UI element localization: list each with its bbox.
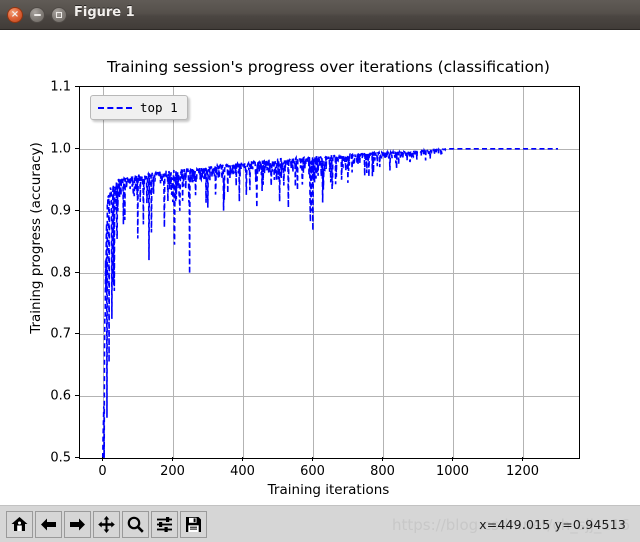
y-tick-label: 1.0 <box>50 141 71 156</box>
configure-sliders-icon <box>157 517 172 532</box>
legend-line-swatch <box>98 106 132 109</box>
x-tick-label: 800 <box>370 464 395 479</box>
y-tick-label: 1.1 <box>50 79 71 94</box>
forward-arrow-icon <box>70 518 85 531</box>
legend[interactable]: top 1 <box>90 95 188 120</box>
y-tick-label: 0.7 <box>50 326 71 341</box>
x-tick-label: 0 <box>98 464 107 479</box>
y-tick-label: 0.6 <box>50 388 71 403</box>
x-tick <box>172 457 173 461</box>
x-tick <box>452 457 453 461</box>
x-tick <box>382 457 383 461</box>
window-maximize-button[interactable] <box>51 7 67 23</box>
back-arrow-icon-button[interactable] <box>35 511 62 538</box>
figure-canvas: Training session's progress over iterati… <box>0 30 640 505</box>
pan-move-icon <box>98 516 115 533</box>
home-icon <box>11 517 28 531</box>
zoom-magnifier-icon-button[interactable] <box>122 511 149 538</box>
figure-window: × Figure 1 Training session's progress o… <box>0 0 640 542</box>
y-tick-label: 0.8 <box>50 265 71 280</box>
series-layer <box>101 147 558 458</box>
forward-arrow-icon-button[interactable] <box>64 511 91 538</box>
legend-label: top 1 <box>140 100 178 115</box>
x-tick <box>522 457 523 461</box>
home-icon-button[interactable] <box>6 511 33 538</box>
navigation-toolbar: https://blog.csdn.net/ch_sjj_116 x=449.0… <box>0 505 640 542</box>
y-tick <box>75 457 79 458</box>
x-tick-label: 600 <box>300 464 325 479</box>
plot-axes[interactable]: top 1 <box>79 86 580 459</box>
save-floppy-icon <box>186 517 201 532</box>
maximize-icon <box>56 12 62 18</box>
chart-title: Training session's progress over iterati… <box>107 58 550 76</box>
window-minimize-button[interactable] <box>29 7 45 23</box>
minimize-icon <box>33 14 41 16</box>
pan-move-icon-button[interactable] <box>93 511 120 538</box>
x-tick <box>102 457 103 461</box>
x-tick-label: 400 <box>230 464 255 479</box>
plot-area <box>80 87 579 458</box>
y-tick-label: 0.5 <box>50 450 71 465</box>
window-titlebar: × Figure 1 <box>0 0 640 30</box>
x-tick <box>242 457 243 461</box>
y-tick <box>75 148 79 149</box>
x-tick-label: 1200 <box>505 464 540 479</box>
save-floppy-icon-button[interactable] <box>180 511 207 538</box>
y-tick <box>75 86 79 87</box>
x-tick <box>312 457 313 461</box>
zoom-magnifier-icon <box>127 516 144 533</box>
configure-sliders-icon-button[interactable] <box>151 511 178 538</box>
back-arrow-icon <box>41 518 56 531</box>
window-close-button[interactable]: × <box>7 7 23 23</box>
x-axis-label: Training iterations <box>267 482 390 498</box>
y-tick <box>75 395 79 396</box>
window-title: Figure 1 <box>74 5 135 20</box>
x-tick-label: 1000 <box>435 464 470 479</box>
y-tick <box>75 210 79 211</box>
status-coordinates: x=449.015 y=0.94513 <box>479 517 626 532</box>
close-icon: × <box>10 9 20 20</box>
y-tick <box>75 333 79 334</box>
y-tick-label: 0.9 <box>50 203 71 218</box>
y-tick <box>75 272 79 273</box>
x-tick-label: 200 <box>160 464 185 479</box>
